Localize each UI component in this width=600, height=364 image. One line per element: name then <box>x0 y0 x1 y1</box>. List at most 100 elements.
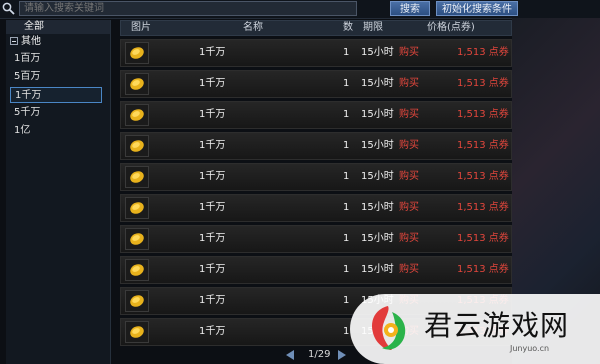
item-name: 1千万 <box>199 47 226 58</box>
item-duration: 15小时 <box>361 171 394 182</box>
item-image <box>125 321 149 343</box>
watermark-subtitle: Junyuo.cn <box>510 344 550 353</box>
pagination: 1/29 <box>286 348 346 362</box>
tree-group-other[interactable]: 其他 <box>6 34 110 49</box>
item-duration: 15小时 <box>361 264 394 275</box>
item-image <box>125 259 149 281</box>
collapse-icon[interactable] <box>10 37 18 45</box>
watermark-logo-icon <box>372 306 406 350</box>
page-indicator: 1/29 <box>308 349 331 360</box>
item-qty: 1 <box>343 47 350 58</box>
gold-coin-icon <box>130 78 144 90</box>
table-header: 图片 名称 数 期限 价格(点券) <box>120 20 512 36</box>
tree-item-selected[interactable]: 1千万 <box>10 87 102 103</box>
item-qty: 1 <box>343 171 350 182</box>
item-image <box>125 73 149 95</box>
item-price: 1,513 点券 <box>457 264 509 275</box>
top-search-bar: 搜索 初始化搜索条件 <box>0 0 600 19</box>
item-duration: 15小时 <box>361 202 394 213</box>
buy-button[interactable]: 购买 <box>399 102 419 128</box>
item-qty: 1 <box>343 233 350 244</box>
buy-button[interactable]: 购买 <box>399 164 419 190</box>
item-name: 1千万 <box>199 78 226 89</box>
buy-button[interactable]: 购买 <box>399 40 419 66</box>
item-price: 1,513 点券 <box>457 202 509 213</box>
table-row: 1千万 1 15小时购买 1,513 点券 <box>120 163 512 191</box>
item-image <box>125 197 149 219</box>
site-watermark: 君云游戏网 Junyuo.cn <box>350 294 600 364</box>
item-image <box>125 290 149 312</box>
tree-all[interactable]: 全部 <box>6 20 110 34</box>
prev-page-icon[interactable] <box>286 350 294 360</box>
item-image <box>125 228 149 250</box>
item-qty: 1 <box>343 264 350 275</box>
item-qty: 1 <box>343 78 350 89</box>
item-duration: 15小时 <box>361 47 394 58</box>
item-qty: 1 <box>343 295 350 306</box>
item-name: 1千万 <box>199 202 226 213</box>
item-name: 1千万 <box>199 295 226 306</box>
item-name: 1千万 <box>199 109 226 120</box>
header-duration: 期限 <box>363 22 383 33</box>
table-row: 1千万 1 15小时购买 1,513 点券 <box>120 256 512 284</box>
next-page-icon[interactable] <box>338 350 346 360</box>
item-price: 1,513 点券 <box>457 233 509 244</box>
buy-button[interactable]: 购买 <box>399 226 419 252</box>
header-name: 名称 <box>243 22 263 33</box>
item-price: 1,513 点券 <box>457 47 509 58</box>
reset-search-button[interactable]: 初始化搜索条件 <box>436 1 518 16</box>
tree-item[interactable]: 5千万 <box>10 105 102 121</box>
item-price: 1,513 点券 <box>457 109 509 120</box>
buy-button[interactable]: 购买 <box>399 133 419 159</box>
tree-item[interactable]: 5百万 <box>10 69 102 85</box>
item-qty: 1 <box>343 109 350 120</box>
item-image <box>125 166 149 188</box>
table-row: 1千万 1 15小时购买 1,513 点券 <box>120 132 512 160</box>
buy-button[interactable]: 购买 <box>399 195 419 221</box>
buy-button[interactable]: 购买 <box>399 257 419 283</box>
search-icon[interactable] <box>2 2 15 15</box>
item-image <box>125 135 149 157</box>
item-name: 1千万 <box>199 140 226 151</box>
item-name: 1千万 <box>199 326 226 337</box>
gold-coin-icon <box>130 264 144 276</box>
table-row: 1千万 1 15小时购买 1,513 点券 <box>120 39 512 67</box>
search-input[interactable] <box>19 1 357 16</box>
table-row: 1千万 1 15小时购买 1,513 点券 <box>120 194 512 222</box>
table-row: 1千万 1 15小时购买 1,513 点券 <box>120 225 512 253</box>
tree-group-label: 其他 <box>21 36 41 47</box>
item-duration: 15小时 <box>361 109 394 120</box>
item-price: 1,513 点券 <box>457 140 509 151</box>
watermark-title: 君云游戏网 <box>424 309 570 342</box>
item-name: 1千万 <box>199 171 226 182</box>
item-name: 1千万 <box>199 264 226 275</box>
item-price: 1,513 点券 <box>457 78 509 89</box>
gold-coin-icon <box>130 140 144 152</box>
gold-coin-icon <box>130 47 144 59</box>
item-name: 1千万 <box>199 233 226 244</box>
tree-item[interactable]: 1百万 <box>10 51 102 67</box>
item-image <box>125 42 149 64</box>
item-image <box>125 104 149 126</box>
buy-button[interactable]: 购买 <box>399 71 419 97</box>
header-qty: 数 <box>343 22 353 33</box>
item-qty: 1 <box>343 140 350 151</box>
item-qty: 1 <box>343 202 350 213</box>
gold-coin-icon <box>130 295 144 307</box>
header-image: 图片 <box>131 22 151 33</box>
gold-coin-icon <box>130 233 144 245</box>
gold-coin-icon <box>130 326 144 338</box>
header-price: 价格(点券) <box>427 22 475 33</box>
item-qty: 1 <box>343 326 350 337</box>
item-duration: 15小时 <box>361 233 394 244</box>
table-row: 1千万 1 15小时购买 1,513 点券 <box>120 101 512 129</box>
search-button[interactable]: 搜索 <box>390 1 430 16</box>
gold-coin-icon <box>130 202 144 214</box>
tree-item[interactable]: 1亿 <box>10 123 102 139</box>
gold-coin-icon <box>130 109 144 121</box>
item-duration: 15小时 <box>361 140 394 151</box>
table-row: 1千万 1 15小时购买 1,513 点券 <box>120 70 512 98</box>
item-duration: 15小时 <box>361 78 394 89</box>
gold-coin-icon <box>130 171 144 183</box>
category-tree: 全部 其他 1百万 5百万 1千万 5千万 1亿 <box>6 20 111 364</box>
